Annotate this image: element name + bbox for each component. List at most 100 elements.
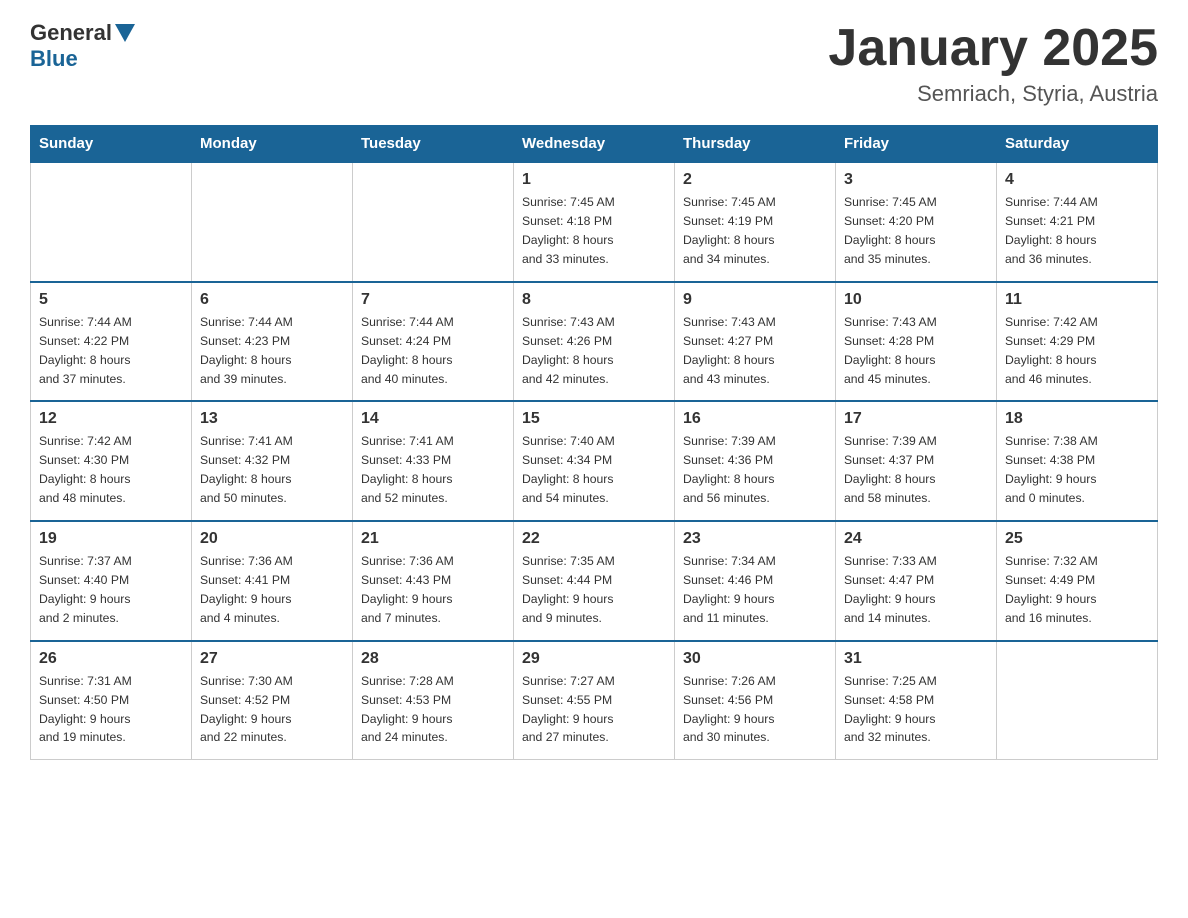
day-number: 26 [39,650,183,668]
day-info: Sunrise: 7:40 AM Sunset: 4:34 PM Dayligh… [522,432,666,508]
calendar-cell [353,162,514,282]
day-info: Sunrise: 7:36 AM Sunset: 4:41 PM Dayligh… [200,552,344,628]
day-number: 5 [39,291,183,309]
day-info: Sunrise: 7:41 AM Sunset: 4:33 PM Dayligh… [361,432,505,508]
day-number: 3 [844,171,988,189]
calendar-cell: 11 Sunrise: 7:42 AM Sunset: 4:29 PM Dayli… [997,282,1158,402]
day-number: 12 [39,410,183,428]
calendar-cell: 27Sunrise: 7:30 AM Sunset: 4:52 PM Dayli… [192,641,353,760]
calendar-cell: 4Sunrise: 7:44 AM Sunset: 4:21 PM Daylig… [997,162,1158,282]
day-number: 17 [844,410,988,428]
day-info: Sunrise: 7:45 AM Sunset: 4:18 PM Dayligh… [522,193,666,269]
day-info: Sunrise: 7:44 AM Sunset: 4:24 PM Dayligh… [361,313,505,389]
calendar-cell: 8 Sunrise: 7:43 AM Sunset: 4:26 PM Daylig… [514,282,675,402]
day-info: Sunrise: 7:44 AM Sunset: 4:22 PM Dayligh… [39,313,183,389]
calendar-week-5: 26 Sunrise: 7:31 AM Sunset: 4:50 PM Dayli… [31,641,1158,760]
day-info: Sunrise: 7:42 AM Sunset: 4:30 PM Dayligh… [39,432,183,508]
day-number: 16 [683,410,827,428]
calendar-cell [31,162,192,282]
calendar-cell: 16 Sunrise: 7:39 AM Sunset: 4:36 PM Dayli… [675,401,836,521]
calendar-table: SundayMondayTuesdayWednesdayThursdayFrid… [30,125,1158,760]
calendar-week-1: 1 Sunrise: 7:45 AM Sunset: 4:18 PM Daylig… [31,162,1158,282]
logo-general-text: General [30,20,112,46]
day-number: 19 [39,530,183,548]
day-info: Sunrise: 7:25 AM Sunset: 4:58 PM Dayligh… [844,672,988,748]
calendar-cell: 25Sunrise: 7:32 AM Sunset: 4:49 PM Dayli… [997,521,1158,641]
day-info: Sunrise: 7:34 AM Sunset: 4:46 PM Dayligh… [683,552,827,628]
day-number: 31 [844,650,988,668]
calendar-cell: 30 Sunrise: 7:26 AM Sunset: 4:56 PM Dayli… [675,641,836,760]
weekday-header-monday: Monday [192,126,353,163]
calendar-cell: 22Sunrise: 7:35 AM Sunset: 4:44 PM Dayli… [514,521,675,641]
calendar-cell: 28 Sunrise: 7:28 AM Sunset: 4:53 PM Dayli… [353,641,514,760]
calendar-cell: 12 Sunrise: 7:42 AM Sunset: 4:30 PM Dayli… [31,401,192,521]
calendar-cell [997,641,1158,760]
page-header: General Blue January 2025 Semriach, Styr… [30,20,1158,107]
day-info: Sunrise: 7:43 AM Sunset: 4:26 PM Dayligh… [522,313,666,389]
day-info: Sunrise: 7:38 AM Sunset: 4:38 PM Dayligh… [1005,432,1149,508]
day-number: 23 [683,530,827,548]
logo-triangle-icon [115,24,135,42]
day-number: 24 [844,530,988,548]
day-number: 15 [522,410,666,428]
weekday-header-row: SundayMondayTuesdayWednesdayThursdayFrid… [31,126,1158,163]
title-block: January 2025 Semriach, Styria, Austria [828,20,1158,107]
calendar-cell: 17Sunrise: 7:39 AM Sunset: 4:37 PM Dayli… [836,401,997,521]
calendar-cell: 20 Sunrise: 7:36 AM Sunset: 4:41 PM Dayli… [192,521,353,641]
day-number: 28 [361,650,505,668]
day-info: Sunrise: 7:45 AM Sunset: 4:19 PM Dayligh… [683,193,827,269]
day-info: Sunrise: 7:42 AM Sunset: 4:29 PM Dayligh… [1005,313,1149,389]
calendar-title: January 2025 [828,20,1158,77]
day-info: Sunrise: 7:33 AM Sunset: 4:47 PM Dayligh… [844,552,988,628]
calendar-cell: 7Sunrise: 7:44 AM Sunset: 4:24 PM Daylig… [353,282,514,402]
day-info: Sunrise: 7:39 AM Sunset: 4:36 PM Dayligh… [683,432,827,508]
calendar-week-4: 19Sunrise: 7:37 AM Sunset: 4:40 PM Dayli… [31,521,1158,641]
day-info: Sunrise: 7:30 AM Sunset: 4:52 PM Dayligh… [200,672,344,748]
calendar-week-2: 5 Sunrise: 7:44 AM Sunset: 4:22 PM Daylig… [31,282,1158,402]
calendar-cell: 14 Sunrise: 7:41 AM Sunset: 4:33 PM Dayli… [353,401,514,521]
day-info: Sunrise: 7:36 AM Sunset: 4:43 PM Dayligh… [361,552,505,628]
day-number: 6 [200,291,344,309]
calendar-cell: 21 Sunrise: 7:36 AM Sunset: 4:43 PM Dayli… [353,521,514,641]
day-info: Sunrise: 7:31 AM Sunset: 4:50 PM Dayligh… [39,672,183,748]
logo: General Blue [30,20,138,72]
calendar-cell: 31 Sunrise: 7:25 AM Sunset: 4:58 PM Dayli… [836,641,997,760]
weekday-header-saturday: Saturday [997,126,1158,163]
day-info: Sunrise: 7:44 AM Sunset: 4:21 PM Dayligh… [1005,193,1149,269]
calendar-cell: 10Sunrise: 7:43 AM Sunset: 4:28 PM Dayli… [836,282,997,402]
weekday-header-tuesday: Tuesday [353,126,514,163]
calendar-cell: 15 Sunrise: 7:40 AM Sunset: 4:34 PM Dayli… [514,401,675,521]
day-number: 14 [361,410,505,428]
calendar-cell: 13Sunrise: 7:41 AM Sunset: 4:32 PM Dayli… [192,401,353,521]
day-number: 10 [844,291,988,309]
day-number: 11 [1005,291,1149,309]
calendar-cell: 3Sunrise: 7:45 AM Sunset: 4:20 PM Daylig… [836,162,997,282]
weekday-header-thursday: Thursday [675,126,836,163]
logo-blue-text: Blue [30,46,78,71]
day-info: Sunrise: 7:26 AM Sunset: 4:56 PM Dayligh… [683,672,827,748]
weekday-header-friday: Friday [836,126,997,163]
day-number: 8 [522,291,666,309]
day-number: 29 [522,650,666,668]
calendar-cell: 19Sunrise: 7:37 AM Sunset: 4:40 PM Dayli… [31,521,192,641]
calendar-cell: 9Sunrise: 7:43 AM Sunset: 4:27 PM Daylig… [675,282,836,402]
day-number: 13 [200,410,344,428]
calendar-week-3: 12 Sunrise: 7:42 AM Sunset: 4:30 PM Dayli… [31,401,1158,521]
calendar-cell: 18Sunrise: 7:38 AM Sunset: 4:38 PM Dayli… [997,401,1158,521]
weekday-header-sunday: Sunday [31,126,192,163]
calendar-subtitle: Semriach, Styria, Austria [828,81,1158,107]
day-number: 21 [361,530,505,548]
calendar-cell: 6Sunrise: 7:44 AM Sunset: 4:23 PM Daylig… [192,282,353,402]
day-info: Sunrise: 7:43 AM Sunset: 4:27 PM Dayligh… [683,313,827,389]
day-number: 30 [683,650,827,668]
calendar-cell [192,162,353,282]
day-number: 25 [1005,530,1149,548]
day-number: 1 [522,171,666,189]
calendar-cell: 2Sunrise: 7:45 AM Sunset: 4:19 PM Daylig… [675,162,836,282]
day-info: Sunrise: 7:28 AM Sunset: 4:53 PM Dayligh… [361,672,505,748]
calendar-cell: 29Sunrise: 7:27 AM Sunset: 4:55 PM Dayli… [514,641,675,760]
day-number: 20 [200,530,344,548]
calendar-cell: 5 Sunrise: 7:44 AM Sunset: 4:22 PM Daylig… [31,282,192,402]
calendar-cell: 24 Sunrise: 7:33 AM Sunset: 4:47 PM Dayli… [836,521,997,641]
calendar-cell: 23 Sunrise: 7:34 AM Sunset: 4:46 PM Dayli… [675,521,836,641]
